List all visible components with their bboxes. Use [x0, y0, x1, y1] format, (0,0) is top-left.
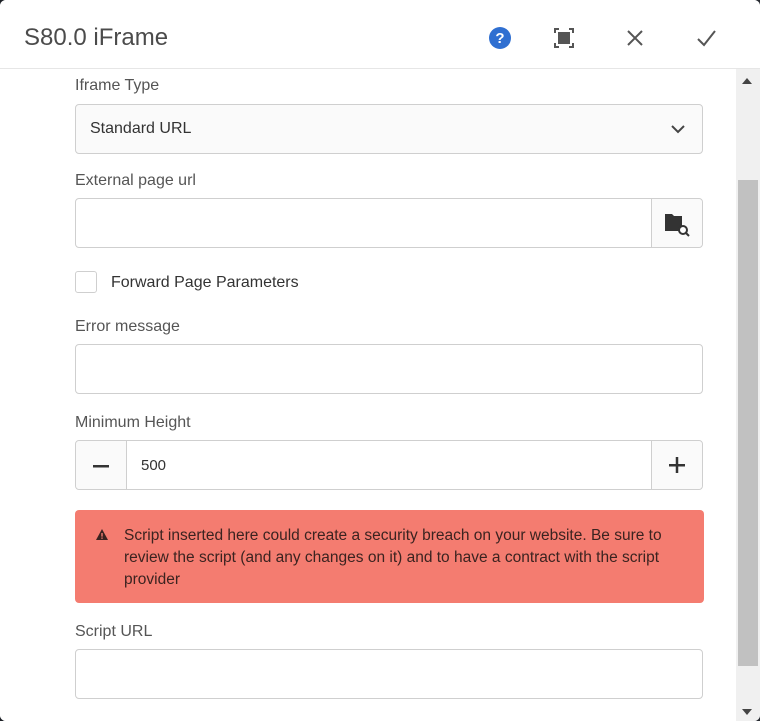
iframe-type-select[interactable]: Standard URL: [75, 104, 703, 154]
min-height-stepper: 500: [75, 440, 703, 490]
browse-button[interactable]: [651, 199, 702, 247]
iframe-dialog: S80.0 iFrame ? Iframe Type Standard URL …: [0, 0, 760, 721]
decrement-button[interactable]: [76, 441, 127, 489]
dialog-header: S80.0 iFrame ?: [0, 0, 760, 69]
plus-icon: [669, 457, 685, 473]
error-message-label: Error message: [75, 318, 180, 335]
security-alert: Script inserted here could create a secu…: [75, 510, 704, 603]
svg-text:?: ?: [495, 30, 504, 47]
external-url-field[interactable]: [75, 198, 703, 248]
min-height-value[interactable]: 500: [141, 457, 166, 474]
increment-button[interactable]: [651, 441, 702, 489]
iframe-type-label: Iframe Type: [75, 77, 160, 94]
help-button[interactable]: ?: [484, 22, 516, 54]
fullscreen-button[interactable]: [548, 22, 580, 54]
close-icon: [627, 30, 643, 46]
check-icon: [697, 30, 716, 47]
scrollbar-thumb[interactable]: [738, 180, 758, 666]
scroll-up-arrow-icon[interactable]: [742, 78, 752, 84]
scroll-down-arrow-icon[interactable]: [742, 709, 752, 715]
confirm-button[interactable]: [690, 22, 722, 54]
fullscreen-icon: [554, 28, 574, 48]
dialog-content: Iframe Type Standard URL External page u…: [0, 69, 736, 721]
scrollbar[interactable]: [736, 69, 760, 721]
external-url-label: External page url: [75, 172, 196, 189]
forward-params-label: Forward Page Parameters: [111, 274, 299, 291]
warning-icon: [96, 529, 108, 540]
dialog-title: S80.0 iFrame: [24, 24, 169, 51]
error-message-field[interactable]: [75, 344, 703, 394]
chevron-down-icon: [671, 125, 685, 134]
script-url-label: Script URL: [75, 623, 153, 640]
close-button[interactable]: [619, 22, 651, 54]
help-icon: ?: [489, 27, 511, 49]
min-height-label: Minimum Height: [75, 414, 191, 431]
minus-icon: [93, 465, 109, 468]
script-url-field[interactable]: [75, 649, 703, 699]
forward-params-checkbox[interactable]: [75, 271, 97, 293]
alert-text: Script inserted here could create a secu…: [124, 527, 662, 588]
folder-search-icon: [665, 214, 690, 237]
iframe-type-value: Standard URL: [90, 120, 192, 137]
